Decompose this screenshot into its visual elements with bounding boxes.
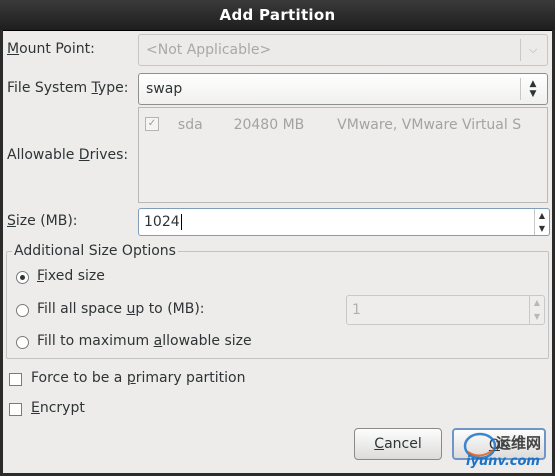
fill-upto-radio[interactable]: [16, 304, 29, 317]
drive-size: 20480 MB: [233, 117, 305, 133]
spin-down-icon[interactable]: ▼: [535, 222, 549, 235]
mount-point-combo[interactable]: <Not Applicable> ⌵: [138, 34, 548, 66]
drives-label: Allowable Drives:: [7, 147, 129, 163]
primary-partition-label[interactable]: Force to be a primary partition: [31, 370, 245, 386]
drive-model: VMware, VMware Virtual S: [337, 117, 522, 133]
fill-max-radio[interactable]: [16, 336, 29, 349]
drive-name: sda: [177, 117, 203, 133]
spin-buttons: ▲ ▼: [534, 209, 549, 235]
fill-max-label[interactable]: Fill to maximum allowable size: [37, 333, 252, 349]
fill-upto-value: 1: [352, 302, 361, 318]
fill-upto-label[interactable]: Fill all space up to (MB):: [37, 301, 205, 317]
fill-upto-spinbox[interactable]: 1 ▲ ▼: [346, 295, 545, 325]
drive-checkbox[interactable]: ✓: [145, 117, 159, 131]
primary-partition-checkbox[interactable]: [9, 373, 22, 386]
window-frame-left: [0, 30, 3, 476]
cancel-button[interactable]: Cancel: [354, 428, 442, 460]
combo-separator: [520, 39, 521, 61]
spin-buttons: ▲ ▼: [529, 296, 544, 324]
mount-point-label: Mount Point:: [7, 41, 95, 57]
fixed-size-label[interactable]: Fixed size: [37, 268, 105, 284]
size-label: Size (MB):: [7, 213, 78, 229]
size-value: 1024: [144, 214, 180, 230]
allowable-drives-list[interactable]: ✓ sda 20480 MB VMware, VMware Virtual S: [138, 107, 548, 203]
size-spinbox[interactable]: 1024 ▲ ▼: [138, 208, 550, 236]
updown-arrows-icon: ▲ ▼: [529, 79, 537, 99]
encrypt-checkbox[interactable]: [9, 403, 22, 416]
encrypt-label[interactable]: Encrypt: [31, 400, 85, 416]
fixed-size-radio[interactable]: [16, 271, 29, 284]
combo-separator: [520, 78, 521, 100]
fs-type-combo[interactable]: swap ▲ ▼: [138, 73, 548, 105]
fs-type-value: swap: [146, 81, 183, 97]
size-options-title: Additional Size Options: [12, 243, 178, 259]
spin-up-icon[interactable]: ▲: [530, 296, 544, 310]
ok-button[interactable]: OK: [452, 428, 546, 460]
text-caret: [180, 214, 182, 230]
fs-type-label: File System Type:: [7, 80, 129, 96]
spin-down-icon[interactable]: ▼: [530, 310, 544, 324]
chevron-down-icon: ⌵: [528, 43, 538, 56]
drive-row[interactable]: ✓ sda 20480 MB VMware, VMware Virtual S: [145, 117, 521, 133]
spin-up-icon[interactable]: ▲: [535, 209, 549, 222]
mount-point-value: <Not Applicable>: [146, 42, 272, 58]
dialog-title: Add Partition: [0, 0, 555, 31]
